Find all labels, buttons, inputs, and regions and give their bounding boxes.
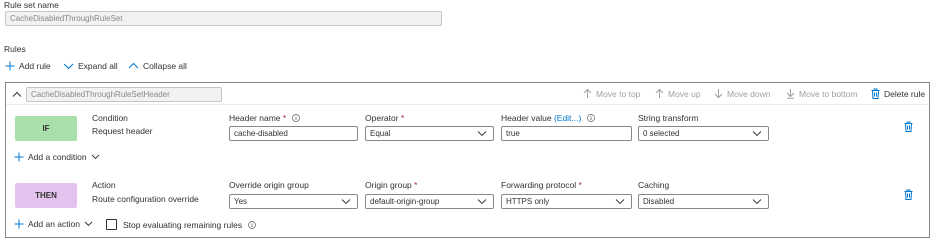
expand-all-label: Expand all [78,61,118,71]
caching-label: Caching [638,180,670,190]
move-down-button[interactable]: Move down [714,88,770,99]
origin-group-value: default-origin-group [370,197,440,206]
then-badge: THEN [15,183,77,208]
chevron-down-icon [752,199,762,205]
condition-type: Request header [92,126,153,136]
add-rule-label: Add rule [19,61,51,71]
move-up-label: Move up [668,88,701,99]
string-transform-value: 0 selected [643,129,680,138]
forwarding-protocol-label: Forwarding protocol * [501,180,582,190]
add-condition-label: Add a condition [28,152,87,162]
operator-label: Operator * [365,113,405,123]
move-to-bottom-button[interactable]: Move to bottom [786,88,858,99]
delete-action-button[interactable] [904,189,913,202]
chevron-down-icon [477,199,487,205]
origin-group-select[interactable]: default-origin-group [365,194,494,209]
trash-icon [904,121,913,132]
chevron-up-icon [12,91,22,97]
action-type: Route configuration override [92,194,199,204]
expand-all-button[interactable]: Expand all [63,61,118,71]
forwarding-protocol-value: HTTPS only [506,197,550,206]
origin-group-label: Origin group * [365,180,418,190]
header-name-input[interactable]: cache-disabled [229,126,358,141]
caching-select[interactable]: Disabled [638,194,769,209]
delete-rule-label: Delete rule [884,88,926,99]
chevron-down-icon [615,199,625,205]
override-origin-group-select[interactable]: Yes [229,194,358,209]
trash-icon [904,189,913,200]
chevron-down-icon [752,131,762,137]
string-transform-select[interactable]: 0 selected [638,126,769,141]
if-badge: IF [15,116,77,141]
forwarding-protocol-select[interactable]: HTTPS only [501,194,632,209]
rule-name-input[interactable]: CacheDisabledThroughRuleSetHeader [26,87,222,102]
condition-title: Condition [92,113,128,123]
operator-value: Equal [370,129,391,138]
move-to-top-button[interactable]: Move to top [583,88,640,99]
arrow-up-icon [583,88,592,98]
arrow-up-icon [655,88,664,98]
plus-icon [14,219,24,229]
info-icon[interactable] [291,114,300,122]
chevron-down-icon [63,63,74,70]
ruleset-name-label: Rule set name [4,0,59,10]
stop-evaluating-label: Stop evaluating remaining rules [123,219,243,230]
ruleset-name-input[interactable]: CacheDisabledThroughRuleSet [5,11,442,26]
rule-panel: CacheDisabledThroughRuleSetHeader Move t… [5,82,930,238]
move-to-top-label: Move to top [596,88,641,99]
string-transform-label: String transform [638,113,699,123]
info-icon[interactable] [586,114,595,122]
arrow-down-icon [714,89,723,99]
arrow-down-icon [786,89,795,99]
delete-rule-button[interactable]: Delete rule [871,88,925,99]
trash-icon [871,88,880,99]
header-name-label: Header name * [229,113,300,123]
collapse-all-label: Collapse all [143,61,187,71]
caching-value: Disabled [643,197,675,206]
header-value-input[interactable]: true [501,126,632,141]
chevron-down-icon [91,154,99,160]
move-down-label: Move down [727,88,771,99]
add-action-button[interactable]: Add an action [14,219,93,229]
move-to-bottom-label: Move to bottom [799,88,858,99]
delete-condition-button[interactable] [904,121,913,134]
add-action-label: Add an action [28,219,80,229]
plus-icon [5,61,15,71]
collapse-rule-toggle[interactable] [12,90,22,100]
stop-evaluating-checkbox-row[interactable]: Stop evaluating remaining rules [106,219,256,230]
stop-evaluating-checkbox[interactable] [106,219,117,230]
chevron-down-icon [84,221,93,227]
operator-select[interactable]: Equal [365,126,494,141]
plus-icon [14,152,24,162]
rule-header: CacheDisabledThroughRuleSetHeader Move t… [6,83,929,105]
info-icon[interactable] [248,220,256,229]
action-title: Action [92,180,116,190]
edit-link[interactable]: (Edit...) [554,113,581,123]
chevron-down-icon [477,131,487,137]
add-rule-button[interactable]: Add rule [5,61,51,71]
override-origin-group-value: Yes [234,197,248,206]
chevron-down-icon [341,199,351,205]
move-up-button[interactable]: Move up [655,88,701,99]
chevron-up-icon [128,62,139,69]
add-condition-button[interactable]: Add a condition [14,152,100,162]
collapse-all-button[interactable]: Collapse all [128,61,187,71]
header-value-label: Header value (Edit...) [501,113,595,123]
override-origin-group-label: Override origin group [229,180,309,190]
rules-heading: Rules [4,44,26,54]
